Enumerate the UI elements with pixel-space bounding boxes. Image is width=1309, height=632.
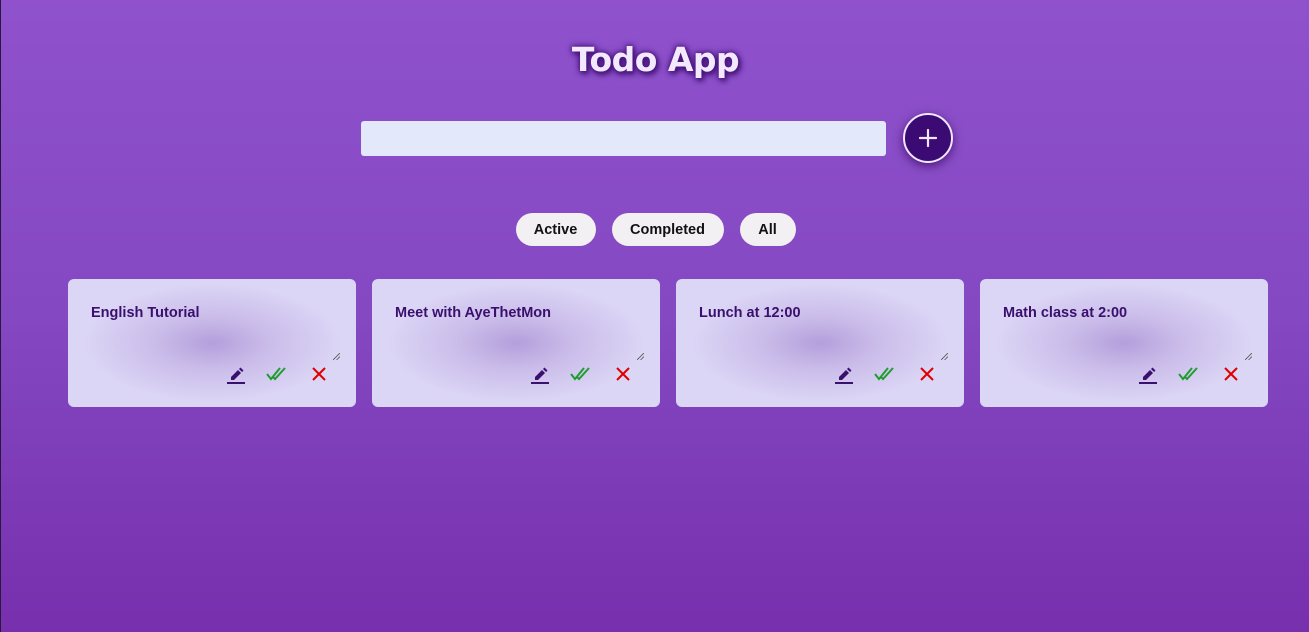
pencil-icon bbox=[835, 367, 853, 384]
edit-button[interactable] bbox=[833, 364, 855, 384]
edit-button[interactable] bbox=[529, 364, 551, 384]
add-todo-button[interactable] bbox=[903, 113, 953, 163]
todo-actions bbox=[529, 364, 634, 384]
pencil-icon bbox=[531, 367, 549, 384]
complete-button[interactable] bbox=[570, 364, 592, 384]
todo-card: Meet with AyeThetMon bbox=[372, 279, 660, 407]
delete-button[interactable] bbox=[916, 364, 938, 384]
delete-button[interactable] bbox=[1220, 364, 1242, 384]
todo-card: English Tutorial bbox=[68, 279, 356, 407]
todo-card: Math class at 2:00 bbox=[980, 279, 1268, 407]
todo-actions bbox=[1137, 364, 1242, 384]
double-check-icon bbox=[1178, 367, 1198, 381]
todo-actions bbox=[225, 364, 330, 384]
todo-text[interactable]: English Tutorial bbox=[91, 305, 199, 321]
todo-list: English Tutorial Meet with AyeThetMon Lu… bbox=[68, 279, 1268, 407]
double-check-icon bbox=[874, 367, 894, 381]
resize-grip-icon[interactable] bbox=[1245, 353, 1252, 360]
plus-icon bbox=[918, 128, 938, 148]
todo-text[interactable]: Math class at 2:00 bbox=[1003, 305, 1127, 321]
double-check-icon bbox=[570, 367, 590, 381]
filter-completed-button[interactable]: Completed bbox=[611, 213, 724, 246]
complete-button[interactable] bbox=[266, 364, 288, 384]
delete-button[interactable] bbox=[612, 364, 634, 384]
filter-active-button[interactable]: Active bbox=[515, 213, 596, 246]
pencil-icon bbox=[227, 367, 245, 384]
todo-card: Lunch at 12:00 bbox=[676, 279, 964, 407]
close-icon bbox=[1224, 367, 1238, 381]
todo-text[interactable]: Lunch at 12:00 bbox=[699, 305, 801, 321]
resize-grip-icon[interactable] bbox=[941, 353, 948, 360]
close-icon bbox=[616, 367, 630, 381]
resize-grip-icon[interactable] bbox=[637, 353, 644, 360]
pencil-icon bbox=[1139, 367, 1157, 384]
close-icon bbox=[312, 367, 326, 381]
app-title: Todo App bbox=[571, 40, 740, 79]
close-icon bbox=[920, 367, 934, 381]
filter-all-button[interactable]: All bbox=[739, 213, 796, 246]
filter-bar: Active Completed All bbox=[1, 213, 1309, 246]
resize-grip-icon[interactable] bbox=[333, 353, 340, 360]
delete-button[interactable] bbox=[308, 364, 330, 384]
todo-text[interactable]: Meet with AyeThetMon bbox=[395, 305, 551, 321]
double-check-icon bbox=[266, 367, 286, 381]
todo-input[interactable] bbox=[361, 121, 886, 156]
edit-button[interactable] bbox=[1137, 364, 1159, 384]
complete-button[interactable] bbox=[874, 364, 896, 384]
edit-button[interactable] bbox=[225, 364, 247, 384]
complete-button[interactable] bbox=[1178, 364, 1200, 384]
todo-actions bbox=[833, 364, 938, 384]
